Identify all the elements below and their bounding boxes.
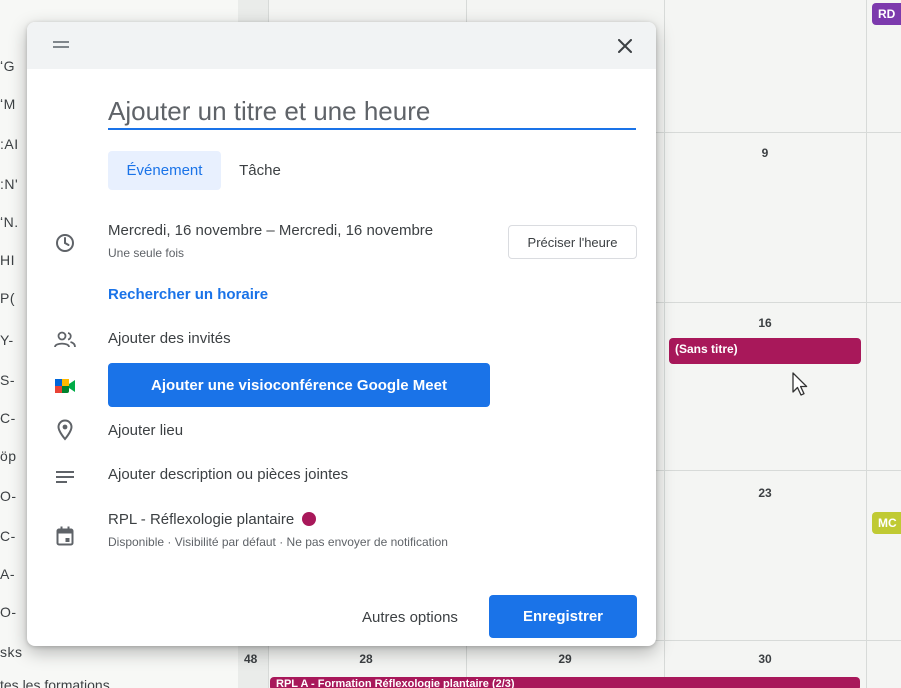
add-location-field[interactable]: Ajouter lieu	[108, 422, 183, 439]
recurrence-selector[interactable]: Une seule fois	[108, 246, 184, 260]
sidebar-item[interactable]: ʻN.	[0, 214, 30, 230]
close-button[interactable]	[612, 33, 638, 59]
grid-divider	[866, 0, 867, 688]
calendar-name: RPL - Réflexologie plantaire	[108, 511, 295, 528]
event-chip[interactable]: MC	[872, 512, 901, 534]
add-description-field[interactable]: Ajouter description ou pièces jointes	[108, 466, 348, 483]
day-number[interactable]: 9	[745, 146, 785, 160]
event-title-input[interactable]	[108, 94, 636, 130]
sidebar-item[interactable]: C-	[0, 410, 30, 426]
day-number[interactable]: 16	[745, 316, 785, 330]
week-number[interactable]: 48	[244, 652, 257, 666]
day-number[interactable]: 23	[745, 486, 785, 500]
sidebar-item[interactable]: S-	[0, 372, 30, 388]
clock-icon	[53, 231, 77, 255]
drag-handle-icon[interactable]	[53, 41, 69, 49]
sidebar-item[interactable]: Y-	[0, 332, 30, 348]
sidebar-item[interactable]: HI	[0, 252, 30, 268]
create-event-dialog: Événement Tâche Mercredi, 16 novembre – …	[27, 22, 656, 646]
sidebar-item[interactable]: P(	[0, 290, 30, 306]
sidebar-item[interactable]: öp	[0, 448, 30, 464]
grid-divider	[664, 0, 665, 688]
close-icon	[618, 39, 632, 53]
sidebar-item[interactable]: C-	[0, 528, 30, 544]
location-pin-icon	[53, 418, 77, 442]
day-number[interactable]: 30	[745, 652, 785, 666]
find-a-time-link[interactable]: Rechercher un horaire	[108, 286, 268, 303]
sidebar-item[interactable]: A-	[0, 566, 30, 582]
precise-time-button[interactable]: Préciser l'heure	[508, 225, 637, 259]
add-google-meet-button[interactable]: Ajouter une visioconférence Google Meet	[108, 363, 490, 407]
people-icon	[53, 328, 77, 352]
google-meet-icon	[53, 374, 77, 398]
calendar-color-dot[interactable]	[302, 512, 317, 526]
event-date-range[interactable]: Mercredi, 16 novembre – Mercredi, 16 nov…	[108, 222, 433, 239]
sidebar-item[interactable]: :AI	[0, 136, 30, 152]
more-options-button[interactable]: Autres options	[343, 596, 477, 638]
event-chip-multiday[interactable]: RPL A - Formation Réflexologie plantaire…	[270, 677, 860, 688]
sidebar-item[interactable]: ʻM	[0, 96, 30, 112]
day-number[interactable]: 28	[346, 652, 386, 666]
event-chip[interactable]: RD	[872, 3, 901, 25]
calendar-selector[interactable]: RPL - Réflexologie plantaire	[108, 511, 317, 528]
sidebar-footer-text[interactable]: tes les formations	[0, 677, 110, 688]
mouse-cursor-icon	[792, 372, 808, 396]
sidebar-item[interactable]: O-	[0, 488, 30, 504]
dialog-header[interactable]	[27, 22, 656, 69]
sidebar-item[interactable]: sks	[0, 644, 30, 660]
tab-event[interactable]: Événement	[108, 151, 221, 190]
save-button[interactable]: Enregistrer	[489, 595, 637, 638]
tab-task[interactable]: Tâche	[225, 151, 295, 190]
calendar-icon	[53, 524, 77, 548]
event-chip-sans-titre[interactable]: (Sans titre)	[669, 338, 861, 364]
availability-visibility-settings[interactable]: Disponible · Visibilité par défaut · Ne …	[108, 535, 448, 549]
sidebar-item[interactable]: ʻG	[0, 58, 30, 74]
sidebar-item[interactable]: O-	[0, 604, 30, 620]
add-guests-field[interactable]: Ajouter des invités	[108, 330, 231, 347]
description-icon	[53, 465, 77, 489]
sidebar-item[interactable]: :N'	[0, 176, 30, 192]
day-number[interactable]: 29	[545, 652, 585, 666]
